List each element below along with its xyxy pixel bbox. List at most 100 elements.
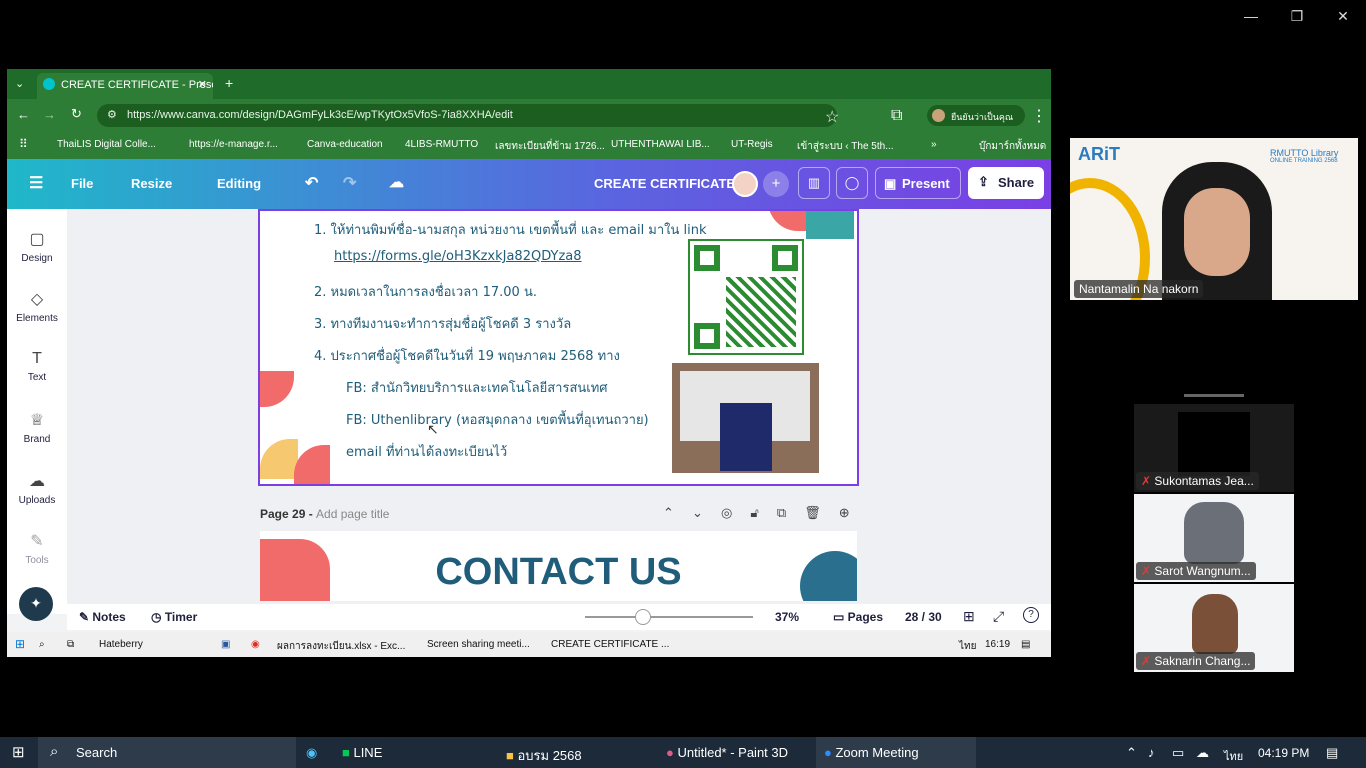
taskbar-app[interactable]: ■ LINE [342, 745, 382, 760]
zoom-slider[interactable] [585, 616, 753, 618]
pages-button[interactable]: ▭ Pages [833, 610, 883, 624]
participant-tile[interactable]: ✗ Saknarin Chang... [1134, 584, 1294, 672]
zoom-close-button[interactable]: ✕ [1320, 8, 1366, 25]
fullscreen-icon[interactable]: ⤢ [993, 608, 1004, 625]
timer-button[interactable]: ◷ Timer [151, 610, 197, 624]
notes-button[interactable]: ✎ Notes [79, 610, 126, 624]
new-tab-icon[interactable]: + [225, 75, 233, 91]
browser-tab[interactable]: CREATE CERTIFICATE - Presenta ✕ [37, 73, 213, 99]
taskbar-item[interactable]: Screen sharing meeti... [427, 639, 530, 650]
magic-button-icon[interactable]: ✦ [19, 587, 53, 621]
browser-menu-icon[interactable]: ⋮ [1031, 106, 1047, 126]
bookmark-item[interactable]: เลขทะเบียนที่ข้าม 1726... [495, 139, 605, 154]
participant-tile[interactable]: ✗ Sukontamas Jea... [1134, 404, 1294, 492]
move-down-icon[interactable]: ⌄ [692, 505, 703, 520]
resize-button[interactable]: Resize [131, 176, 172, 191]
rail-text[interactable]: T Text [7, 350, 67, 383]
tray-time[interactable]: 04:19 PM [1258, 746, 1309, 760]
tray-lang[interactable]: ไทย [1224, 747, 1243, 765]
speaker-video[interactable]: ARiT RMUTTO Library ONLINE TRAINING 2568… [1070, 138, 1358, 300]
tray-chevron-icon[interactable]: ⌃ [1126, 745, 1137, 761]
panel-divider[interactable] [1184, 394, 1244, 397]
form-link[interactable]: https://forms.gle/oH3KzxkJa82QDYza8 [334, 249, 582, 264]
undo-icon[interactable]: ↶ [305, 173, 318, 193]
help-icon[interactable]: ? [1023, 607, 1039, 623]
bookmark-item[interactable]: UTHENTHAWAI LIB... [611, 139, 710, 150]
bookmark-item[interactable]: 4LIBS-RMUTTO [405, 139, 478, 150]
bookmarks-folder[interactable]: บุ๊กมาร์กทั้งหมด [979, 139, 1046, 154]
taskbar-app[interactable]: ■ อบรม 2568 [506, 745, 582, 766]
site-info-icon[interactable]: ⚙ [107, 108, 117, 121]
editing-dropdown[interactable]: Editing [217, 176, 261, 191]
hamburger-menu-icon[interactable]: ☰ [29, 173, 43, 193]
rail-elements[interactable]: ◇ Elements [7, 289, 67, 324]
network-icon[interactable]: ▭ [1172, 745, 1184, 761]
page-count[interactable]: 28 / 30 [905, 610, 942, 624]
share-button[interactable]: ⇪ Share [968, 167, 1044, 199]
edge-icon[interactable]: ◉ [306, 745, 317, 761]
windows-start-icon[interactable]: ⊞ [12, 743, 25, 761]
add-collaborator-icon[interactable]: + [763, 171, 789, 197]
forward-icon[interactable]: → [43, 107, 56, 122]
hide-icon[interactable]: ◎ [721, 505, 732, 520]
back-icon[interactable]: ← [17, 107, 30, 122]
zoom-minimize-button[interactable]: — [1228, 8, 1274, 24]
taskbar-app-active[interactable]: ● Zoom Meeting [816, 737, 976, 768]
taskbar-search-box[interactable]: ⌕ Search [38, 737, 296, 768]
bookmark-item[interactable]: เข้าสู่ระบบ ‹ The 5th... [797, 139, 894, 154]
redo-icon[interactable]: ↷ [343, 173, 356, 193]
apps-icon[interactable]: ⠿ [19, 137, 28, 151]
zoom-level[interactable]: 37% [775, 610, 799, 624]
grid-view-icon[interactable]: ⊞ [963, 608, 975, 625]
slide-page-29[interactable]: CONTACT US [260, 531, 857, 601]
taskbar-app[interactable]: ● Untitled* - Paint 3D [666, 745, 788, 760]
cloud-saved-icon[interactable]: ☁ [389, 173, 404, 191]
zoom-restore-button[interactable]: ❐ [1274, 8, 1320, 25]
present-button[interactable]: ▣ Present [875, 167, 961, 199]
comment-icon[interactable]: ◯ [836, 167, 868, 199]
weather-icon[interactable]: ☁ [1196, 745, 1209, 761]
star-icon[interactable]: ☆ [825, 107, 839, 127]
bookmark-item[interactable]: Canva-education [307, 139, 383, 150]
rail-design[interactable]: ▢ Design [7, 229, 67, 264]
zoom-slider-handle[interactable] [635, 609, 651, 625]
add-page-icon[interactable]: ⊕ [839, 505, 850, 520]
page-29-label[interactable]: Page 29 - Add page title [260, 507, 389, 521]
file-menu[interactable]: File [71, 176, 93, 191]
rail-tools[interactable]: ✎ Tools [7, 531, 67, 566]
collaborator-avatar[interactable] [732, 171, 758, 197]
task-view-icon[interactable]: ⧉ [67, 639, 74, 650]
tab-menu-icon[interactable]: ⌄ [15, 77, 24, 90]
reload-icon[interactable]: ↻ [71, 106, 82, 122]
move-up-icon[interactable]: ⌃ [663, 505, 674, 520]
tab-close-icon[interactable]: ✕ [198, 78, 207, 91]
bookmark-item[interactable]: UT-Regis [731, 139, 773, 150]
lock-icon[interactable]: 🔓︎ [750, 505, 758, 520]
duplicate-icon[interactable]: ⧉ [777, 505, 786, 520]
start-icon[interactable]: ⊞ [15, 637, 25, 651]
bookmark-item[interactable]: ThaiLIS Digital Colle... [57, 139, 156, 150]
profile-chip[interactable]: ยืนยันว่าเป็นคุณ [927, 105, 1025, 126]
participant-tile[interactable]: ✗ Sarot Wangnum... [1134, 494, 1294, 582]
word-icon[interactable]: ▣ [221, 639, 230, 650]
notification-icon[interactable]: ▤ [1021, 639, 1030, 650]
chrome-icon[interactable]: ◉ [251, 639, 260, 650]
doc-title[interactable]: CREATE CERTIFICATE [594, 176, 735, 191]
tray-lang[interactable]: ไทย [959, 639, 976, 654]
taskbar-item[interactable]: ผลการลงทะเบียน.xlsx - Exc... [277, 639, 405, 654]
bookmark-item[interactable]: https://e-manage.r... [189, 139, 278, 150]
url-field[interactable]: ⚙ https://www.canva.com/design/DAGmFyLk3… [97, 104, 837, 127]
taskbar-item[interactable]: CREATE CERTIFICATE ... [551, 639, 669, 650]
volume-icon[interactable]: ♪ [1148, 745, 1155, 760]
rail-uploads[interactable]: ☁ Uploads [7, 471, 67, 506]
more-bookmarks-icon[interactable]: » [931, 139, 937, 150]
slide-page-28[interactable]: 1. ให้ท่านพิมพ์ชื่อ-นามสกุล หน่วยงาน เขต… [258, 209, 859, 486]
taskbar-item[interactable]: Hateberry [99, 639, 143, 650]
notification-center-icon[interactable]: ▤ [1326, 745, 1338, 761]
page-title-placeholder[interactable]: Add page title [316, 507, 389, 521]
delete-icon[interactable]: 🗑︎ [804, 505, 821, 520]
search-icon[interactable]: ⌕ [39, 639, 45, 650]
insights-icon[interactable]: ▥ [798, 167, 830, 199]
rail-brand[interactable]: ♕ Brand [7, 410, 67, 445]
extensions-icon[interactable]: ⧉ [891, 107, 902, 125]
